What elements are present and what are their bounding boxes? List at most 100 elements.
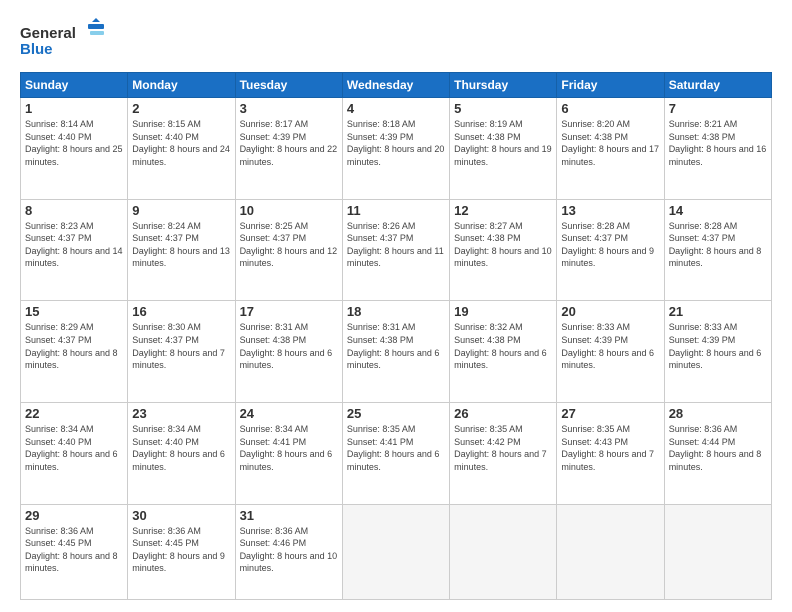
calendar-cell: 15 Sunrise: 8:29 AMSunset: 4:37 PMDaylig… [21,301,128,403]
calendar-cell: 19 Sunrise: 8:32 AMSunset: 4:38 PMDaylig… [450,301,557,403]
calendar-cell: 21 Sunrise: 8:33 AMSunset: 4:39 PMDaylig… [664,301,771,403]
calendar-cell: 14 Sunrise: 8:28 AMSunset: 4:37 PMDaylig… [664,199,771,301]
day-number: 3 [240,101,338,116]
calendar-cell [342,504,449,599]
calendar-cell: 13 Sunrise: 8:28 AMSunset: 4:37 PMDaylig… [557,199,664,301]
calendar-cell: 25 Sunrise: 8:35 AMSunset: 4:41 PMDaylig… [342,402,449,504]
calendar-cell: 8 Sunrise: 8:23 AMSunset: 4:37 PMDayligh… [21,199,128,301]
day-info: Sunrise: 8:20 AMSunset: 4:38 PMDaylight:… [561,118,659,168]
day-info: Sunrise: 8:35 AMSunset: 4:42 PMDaylight:… [454,423,552,473]
day-number: 23 [132,406,230,421]
day-number: 30 [132,508,230,523]
day-info: Sunrise: 8:36 AMSunset: 4:45 PMDaylight:… [25,525,123,575]
day-info: Sunrise: 8:27 AMSunset: 4:38 PMDaylight:… [454,220,552,270]
day-info: Sunrise: 8:31 AMSunset: 4:38 PMDaylight:… [240,321,338,371]
calendar-cell [450,504,557,599]
calendar-week-4: 22 Sunrise: 8:34 AMSunset: 4:40 PMDaylig… [21,402,772,504]
day-number: 5 [454,101,552,116]
day-info: Sunrise: 8:33 AMSunset: 4:39 PMDaylight:… [561,321,659,371]
day-number: 1 [25,101,123,116]
calendar-cell: 2 Sunrise: 8:15 AMSunset: 4:40 PMDayligh… [128,98,235,200]
day-info: Sunrise: 8:19 AMSunset: 4:38 PMDaylight:… [454,118,552,168]
calendar-cell: 31 Sunrise: 8:36 AMSunset: 4:46 PMDaylig… [235,504,342,599]
calendar-cell [664,504,771,599]
day-number: 6 [561,101,659,116]
svg-text:Blue: Blue [20,41,53,58]
day-number: 2 [132,101,230,116]
calendar-cell: 5 Sunrise: 8:19 AMSunset: 4:38 PMDayligh… [450,98,557,200]
calendar-cell: 17 Sunrise: 8:31 AMSunset: 4:38 PMDaylig… [235,301,342,403]
day-number: 24 [240,406,338,421]
calendar-cell: 3 Sunrise: 8:17 AMSunset: 4:39 PMDayligh… [235,98,342,200]
calendar-cell: 9 Sunrise: 8:24 AMSunset: 4:37 PMDayligh… [128,199,235,301]
day-info: Sunrise: 8:34 AMSunset: 4:40 PMDaylight:… [132,423,230,473]
calendar-week-2: 8 Sunrise: 8:23 AMSunset: 4:37 PMDayligh… [21,199,772,301]
day-info: Sunrise: 8:32 AMSunset: 4:38 PMDaylight:… [454,321,552,371]
day-number: 22 [25,406,123,421]
day-info: Sunrise: 8:24 AMSunset: 4:37 PMDaylight:… [132,220,230,270]
calendar-week-3: 15 Sunrise: 8:29 AMSunset: 4:37 PMDaylig… [21,301,772,403]
day-number: 17 [240,304,338,319]
day-number: 20 [561,304,659,319]
day-info: Sunrise: 8:28 AMSunset: 4:37 PMDaylight:… [561,220,659,270]
calendar-cell: 12 Sunrise: 8:27 AMSunset: 4:38 PMDaylig… [450,199,557,301]
calendar-cell: 26 Sunrise: 8:35 AMSunset: 4:42 PMDaylig… [450,402,557,504]
day-number: 31 [240,508,338,523]
calendar-cell: 7 Sunrise: 8:21 AMSunset: 4:38 PMDayligh… [664,98,771,200]
day-info: Sunrise: 8:30 AMSunset: 4:37 PMDaylight:… [132,321,230,371]
day-number: 16 [132,304,230,319]
day-number: 19 [454,304,552,319]
day-number: 7 [669,101,767,116]
day-info: Sunrise: 8:35 AMSunset: 4:43 PMDaylight:… [561,423,659,473]
calendar-cell: 28 Sunrise: 8:36 AMSunset: 4:44 PMDaylig… [664,402,771,504]
day-number: 18 [347,304,445,319]
page: General Blue SundayMondayTuesdayWednesda… [0,0,792,612]
day-number: 26 [454,406,552,421]
svg-text:General: General [20,25,76,42]
day-number: 8 [25,203,123,218]
calendar-cell: 11 Sunrise: 8:26 AMSunset: 4:37 PMDaylig… [342,199,449,301]
day-info: Sunrise: 8:36 AMSunset: 4:44 PMDaylight:… [669,423,767,473]
day-number: 4 [347,101,445,116]
header: General Blue [20,18,772,62]
day-number: 9 [132,203,230,218]
calendar-cell: 6 Sunrise: 8:20 AMSunset: 4:38 PMDayligh… [557,98,664,200]
weekday-header-sunday: Sunday [21,73,128,98]
day-number: 15 [25,304,123,319]
day-number: 14 [669,203,767,218]
day-number: 12 [454,203,552,218]
calendar-cell: 20 Sunrise: 8:33 AMSunset: 4:39 PMDaylig… [557,301,664,403]
calendar-cell [557,504,664,599]
calendar-cell: 24 Sunrise: 8:34 AMSunset: 4:41 PMDaylig… [235,402,342,504]
day-info: Sunrise: 8:31 AMSunset: 4:38 PMDaylight:… [347,321,445,371]
weekday-header-thursday: Thursday [450,73,557,98]
day-info: Sunrise: 8:25 AMSunset: 4:37 PMDaylight:… [240,220,338,270]
calendar-cell: 22 Sunrise: 8:34 AMSunset: 4:40 PMDaylig… [21,402,128,504]
day-info: Sunrise: 8:29 AMSunset: 4:37 PMDaylight:… [25,321,123,371]
day-info: Sunrise: 8:23 AMSunset: 4:37 PMDaylight:… [25,220,123,270]
calendar-cell: 4 Sunrise: 8:18 AMSunset: 4:39 PMDayligh… [342,98,449,200]
day-number: 25 [347,406,445,421]
day-number: 27 [561,406,659,421]
calendar-week-1: 1 Sunrise: 8:14 AMSunset: 4:40 PMDayligh… [21,98,772,200]
day-info: Sunrise: 8:36 AMSunset: 4:46 PMDaylight:… [240,525,338,575]
day-number: 10 [240,203,338,218]
day-info: Sunrise: 8:17 AMSunset: 4:39 PMDaylight:… [240,118,338,168]
weekday-header-monday: Monday [128,73,235,98]
day-number: 11 [347,203,445,218]
day-info: Sunrise: 8:35 AMSunset: 4:41 PMDaylight:… [347,423,445,473]
calendar-cell: 16 Sunrise: 8:30 AMSunset: 4:37 PMDaylig… [128,301,235,403]
calendar-table: SundayMondayTuesdayWednesdayThursdayFrid… [20,72,772,600]
weekday-header-row: SundayMondayTuesdayWednesdayThursdayFrid… [21,73,772,98]
day-info: Sunrise: 8:33 AMSunset: 4:39 PMDaylight:… [669,321,767,371]
calendar-cell: 10 Sunrise: 8:25 AMSunset: 4:37 PMDaylig… [235,199,342,301]
calendar-cell: 30 Sunrise: 8:36 AMSunset: 4:45 PMDaylig… [128,504,235,599]
calendar-cell: 18 Sunrise: 8:31 AMSunset: 4:38 PMDaylig… [342,301,449,403]
day-info: Sunrise: 8:15 AMSunset: 4:40 PMDaylight:… [132,118,230,168]
day-info: Sunrise: 8:26 AMSunset: 4:37 PMDaylight:… [347,220,445,270]
day-number: 28 [669,406,767,421]
day-info: Sunrise: 8:34 AMSunset: 4:41 PMDaylight:… [240,423,338,473]
day-info: Sunrise: 8:28 AMSunset: 4:37 PMDaylight:… [669,220,767,270]
day-number: 29 [25,508,123,523]
day-info: Sunrise: 8:14 AMSunset: 4:40 PMDaylight:… [25,118,123,168]
